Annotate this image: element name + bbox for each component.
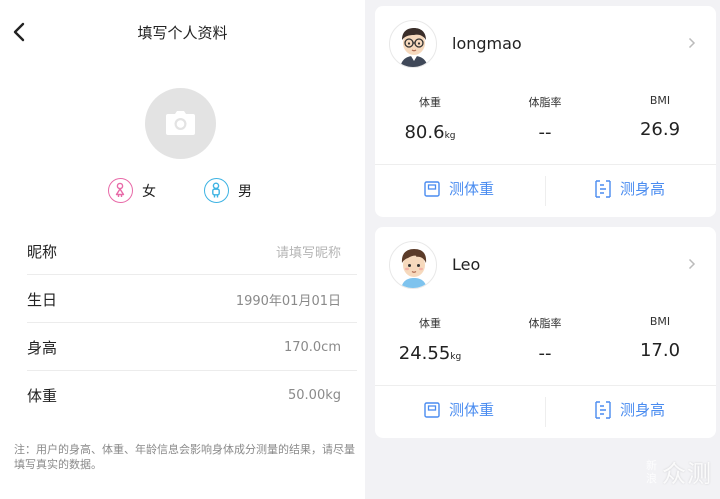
- weight-stat: 体重 80.6kg: [375, 94, 485, 143]
- ruler-icon: [595, 400, 611, 419]
- divider: [375, 385, 716, 386]
- gender-female-option[interactable]: 女: [108, 178, 156, 203]
- divider: [545, 176, 546, 206]
- scale-icon: [424, 401, 440, 418]
- weight-stat-value: 24.55kg: [398, 343, 462, 364]
- member-name: longmao: [452, 34, 522, 53]
- member-card: Leo 体重 24.55kg 体脂率 -- BMI 17.0 测体重 测身高: [375, 227, 716, 438]
- body-fat-stat: 体脂率 --: [490, 94, 600, 143]
- member-card: longmao 体重 80.6kg 体脂率 -- BMI 26.9 测体重 测身…: [375, 6, 716, 217]
- body-fat-stat-label: 体脂率: [528, 96, 562, 109]
- body-fat-stat-label: 体脂率: [528, 317, 562, 330]
- weight-value: 50.00kg: [288, 388, 341, 403]
- weight-label: 体重: [27, 387, 58, 405]
- watermark-small: 新浪: [646, 458, 657, 485]
- profile-form-screen: 填写个人资料 女 男 昵称 请填写昵称 生日 1990年01月01日 身高 17…: [0, 0, 365, 499]
- page-title: 填写个人资料: [137, 24, 228, 42]
- gender-male-option[interactable]: 男: [204, 178, 252, 203]
- avatar-upload-button[interactable]: [145, 88, 216, 159]
- birthday-value: 1990年01月01日: [235, 293, 341, 309]
- member-name: Leo: [452, 255, 481, 274]
- nickname-label: 昵称: [27, 242, 58, 261]
- measure-weight-button[interactable]: 测体重: [424, 178, 494, 199]
- weight-stat-label: 体重: [419, 96, 441, 109]
- measure-weight-label: 测体重: [449, 180, 495, 198]
- bmi-stat-label: BMI: [649, 94, 671, 107]
- birthday-field[interactable]: 生日 1990年01月01日: [27, 276, 357, 323]
- bmi-stat-value: 26.9: [639, 119, 681, 140]
- nickname-field[interactable]: 昵称 请填写昵称: [27, 228, 357, 275]
- divider: [375, 164, 716, 165]
- height-value: 170.0cm: [283, 339, 341, 355]
- member-header[interactable]: Leo: [375, 227, 716, 302]
- gender-male-label: 男: [238, 183, 252, 200]
- weight-stat-label: 体重: [419, 317, 441, 330]
- height-label: 身高: [27, 338, 58, 357]
- weight-field[interactable]: 体重 50.00kg: [27, 372, 357, 419]
- measure-weight-label: 测体重: [449, 401, 495, 419]
- watermark: 新浪 众测: [646, 454, 712, 489]
- weight-stat-value: 80.6kg: [404, 122, 456, 143]
- divider: [545, 397, 546, 427]
- measure-height-button[interactable]: 测身高: [595, 178, 665, 199]
- scale-icon: [424, 180, 440, 197]
- gender-female-label: 女: [142, 183, 156, 200]
- body-fat-stat-value: --: [538, 122, 552, 143]
- boy-with-glasses-avatar-icon: [400, 28, 428, 67]
- chevron-right-icon: [688, 258, 696, 270]
- camera-icon: [166, 111, 195, 135]
- avatar: [389, 20, 437, 68]
- members-screen: longmao 体重 80.6kg 体脂率 -- BMI 26.9 测体重 测身…: [365, 0, 720, 499]
- bmi-stat-label: BMI: [649, 315, 671, 328]
- birthday-label: 生日: [27, 290, 58, 309]
- info-note: 注：用户的身高、体重、年龄信息会影响身体成分测量的结果，请尽量填写真实的数据。: [14, 443, 355, 471]
- male-icon: [204, 178, 229, 203]
- measure-height-label: 测身高: [620, 401, 666, 419]
- avatar: [389, 241, 437, 289]
- nickname-placeholder: 请填写昵称: [275, 245, 341, 261]
- measure-height-button[interactable]: 测身高: [595, 399, 665, 420]
- measure-height-label: 测身高: [620, 180, 666, 198]
- member-header[interactable]: longmao: [375, 6, 716, 81]
- body-fat-stat-value: --: [538, 343, 552, 364]
- watermark-big: 众测: [662, 460, 712, 488]
- female-icon: [108, 178, 133, 203]
- weight-unit: kg: [450, 352, 462, 362]
- body-fat-stat: 体脂率 --: [490, 315, 600, 364]
- ruler-icon: [595, 179, 611, 198]
- chevron-right-icon: [688, 37, 696, 49]
- weight-unit: kg: [444, 131, 456, 141]
- height-field[interactable]: 身高 170.0cm: [27, 324, 357, 371]
- measure-weight-button[interactable]: 测体重: [424, 399, 494, 420]
- bmi-stat: BMI 26.9: [605, 94, 715, 140]
- weight-stat: 体重 24.55kg: [375, 315, 485, 364]
- bmi-stat-value: 17.0: [639, 340, 681, 361]
- boy-avatar-icon: [401, 249, 427, 288]
- bmi-stat: BMI 17.0: [605, 315, 715, 361]
